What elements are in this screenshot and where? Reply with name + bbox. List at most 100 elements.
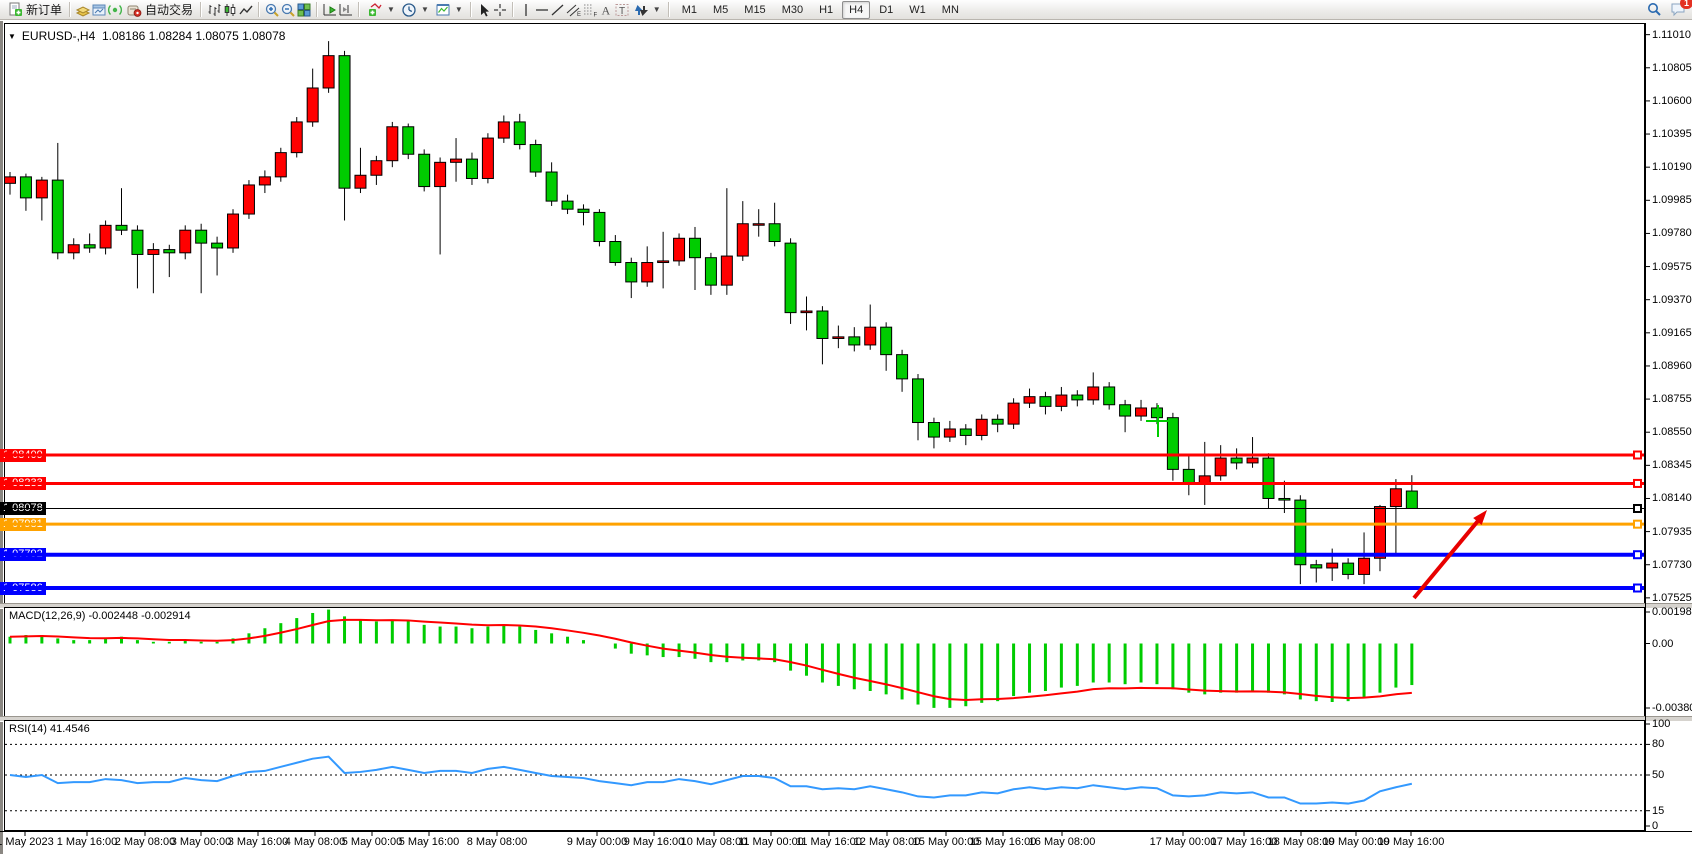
- tile-windows-icon[interactable]: [296, 2, 312, 18]
- vertical-line-icon[interactable]: [518, 2, 534, 18]
- chart-shift-icon[interactable]: [338, 2, 354, 18]
- periods-button[interactable]: ▼: [398, 1, 432, 19]
- price-axis-tick-label: 1.11010: [1652, 29, 1691, 42]
- rsi-axis-label: 50: [1652, 769, 1664, 782]
- indicators-button[interactable]: ▼: [364, 1, 398, 19]
- timeframe-button-H1[interactable]: H1: [812, 1, 840, 19]
- time-axis-label: 3 May 00:00: [171, 836, 232, 848]
- price-chart-panel[interactable]: [4, 23, 1645, 604]
- candlestick-chart-icon[interactable]: [222, 2, 238, 18]
- signals-icon[interactable]: [107, 2, 123, 18]
- price-axis-tick-label: 1.08755: [1652, 393, 1692, 406]
- time-axis-label: 5 May 00:00: [342, 836, 403, 848]
- periods-icon: [401, 2, 417, 18]
- line-chart-icon[interactable]: [238, 2, 254, 18]
- price-axis-tick-label: 1.08140: [1652, 492, 1692, 505]
- timeframe-button-H4[interactable]: H4: [842, 1, 870, 19]
- time-axis-label: 11 May 00:00: [738, 836, 804, 848]
- arrows-icon: [633, 2, 649, 18]
- price-line-label: 1.07792: [0, 548, 46, 561]
- zoom-out-icon[interactable]: [280, 2, 296, 18]
- horizontal-line-icon[interactable]: [534, 2, 550, 18]
- templates-button[interactable]: ▼: [432, 1, 466, 19]
- macd-axis-label: 0.001982: [1652, 606, 1692, 619]
- price-axis-tick-label: 1.09780: [1652, 227, 1692, 240]
- time-axis-label: 2 May 08:00: [115, 836, 176, 848]
- timeframe-button-M1[interactable]: M1: [675, 1, 704, 19]
- profiles-icon[interactable]: [75, 2, 91, 18]
- price-axis-tick-label: 1.08345: [1652, 459, 1692, 472]
- svg-text:F: F: [593, 12, 597, 18]
- bar-chart-icon[interactable]: [206, 2, 222, 18]
- macd-panel[interactable]: [4, 607, 1645, 717]
- time-axis-label: 19 May 16:00: [1378, 836, 1445, 848]
- chevron-down-icon: ▼: [653, 5, 661, 14]
- price-axis-tick-label: 1.09575: [1652, 261, 1692, 274]
- text-icon[interactable]: A: [598, 2, 614, 18]
- time-axis-label: 15 May 16:00: [970, 836, 1037, 848]
- toolbar-separator: [512, 2, 514, 17]
- chart-title: ▼EURUSD-,H4 1.08186 1.08284 1.08075 1.08…: [8, 29, 285, 43]
- timeframe-button-D1[interactable]: D1: [872, 1, 900, 19]
- rsi-axis-label: 15: [1652, 805, 1664, 818]
- equidistant-channel-icon[interactable]: E: [566, 2, 582, 18]
- rsi-axis-label: 100: [1652, 718, 1670, 731]
- trendline-icon[interactable]: [550, 2, 566, 18]
- time-axis-label: 5 May 16:00: [399, 836, 460, 848]
- rsi-panel[interactable]: [4, 720, 1645, 831]
- toolbar-separator: [668, 2, 670, 17]
- macd-axis-label: 0.00: [1652, 638, 1673, 651]
- toolbar-separator: [69, 2, 71, 17]
- new-order-label: 新订单: [26, 1, 62, 18]
- price-line-label: 1.07586: [0, 582, 46, 595]
- time-axis-label: 12 May 08:00: [854, 836, 921, 848]
- timeframe-button-M5[interactable]: M5: [706, 1, 735, 19]
- notification-badge: 1: [1680, 0, 1692, 9]
- new-chart-icon[interactable]: [91, 2, 107, 18]
- toolbar-separator: [200, 2, 202, 17]
- crosshair-icon[interactable]: [492, 2, 508, 18]
- time-axis[interactable]: [0, 831, 1692, 832]
- timeframe-button-W1[interactable]: W1: [902, 1, 933, 19]
- price-axis[interactable]: [1645, 23, 1646, 831]
- time-axis-label: 1 May 16:00: [57, 836, 118, 848]
- arrows-button[interactable]: ▼: [630, 1, 664, 19]
- time-axis-label: 3 May 16:00: [228, 836, 289, 848]
- toolbar-separator: [358, 2, 360, 17]
- price-axis-tick-label: 1.08960: [1652, 360, 1692, 373]
- cursor-icon[interactable]: [476, 2, 492, 18]
- time-axis-label: 4 May 08:00: [285, 836, 346, 848]
- timeframe-button-M15[interactable]: M15: [737, 1, 772, 19]
- timeframe-button-MN[interactable]: MN: [935, 1, 966, 19]
- timeframe-toolbar: M1M5M15M30H1H4D1W1MN: [674, 0, 967, 19]
- price-axis-tick-label: 1.10600: [1652, 95, 1692, 108]
- main-toolbar: 新订单 自动交易 ▼ ▼ ▼ E F A T ▼ M1M5M15M30H1H4D…: [0, 0, 1692, 20]
- chat-icon[interactable]: 1: [1670, 1, 1686, 17]
- svg-text:T: T: [619, 6, 625, 17]
- collapse-triangle-icon[interactable]: ▼: [8, 32, 16, 41]
- price-line-label: 1.08078: [0, 502, 46, 515]
- auto-trading-label: 自动交易: [145, 1, 193, 18]
- time-axis-label: 1 May 2023: [0, 836, 54, 848]
- macd-label: MACD(12,26,9) -0.002448 -0.002914: [9, 610, 191, 622]
- auto-trading-button[interactable]: 自动交易: [123, 1, 196, 19]
- price-axis-tick-label: 1.08550: [1652, 426, 1692, 439]
- text-label-icon[interactable]: T: [614, 2, 630, 18]
- timeframe-button-M30[interactable]: M30: [775, 1, 810, 19]
- time-axis-label: 17 May 00:00: [1150, 836, 1217, 848]
- price-axis-tick-label: 1.07730: [1652, 559, 1692, 572]
- price-line-label: 1.08233: [0, 477, 46, 490]
- time-axis-label: 9 May 00:00: [567, 836, 628, 848]
- price-axis-tick-label: 1.07525: [1652, 592, 1692, 605]
- price-axis-tick-label: 1.10395: [1652, 128, 1692, 141]
- new-order-button[interactable]: 新订单: [4, 1, 65, 19]
- fibonacci-icon[interactable]: F: [582, 2, 598, 18]
- zoom-in-icon[interactable]: [264, 2, 280, 18]
- price-axis-tick-label: 1.10190: [1652, 161, 1692, 174]
- search-icon[interactable]: [1646, 1, 1662, 17]
- price-line-label: 1.08409: [0, 449, 46, 462]
- rsi-axis-label: 0: [1652, 820, 1658, 833]
- time-axis-label: 8 May 08:00: [467, 836, 528, 848]
- toolbar-separator: [470, 2, 472, 17]
- auto-scroll-icon[interactable]: [322, 2, 338, 18]
